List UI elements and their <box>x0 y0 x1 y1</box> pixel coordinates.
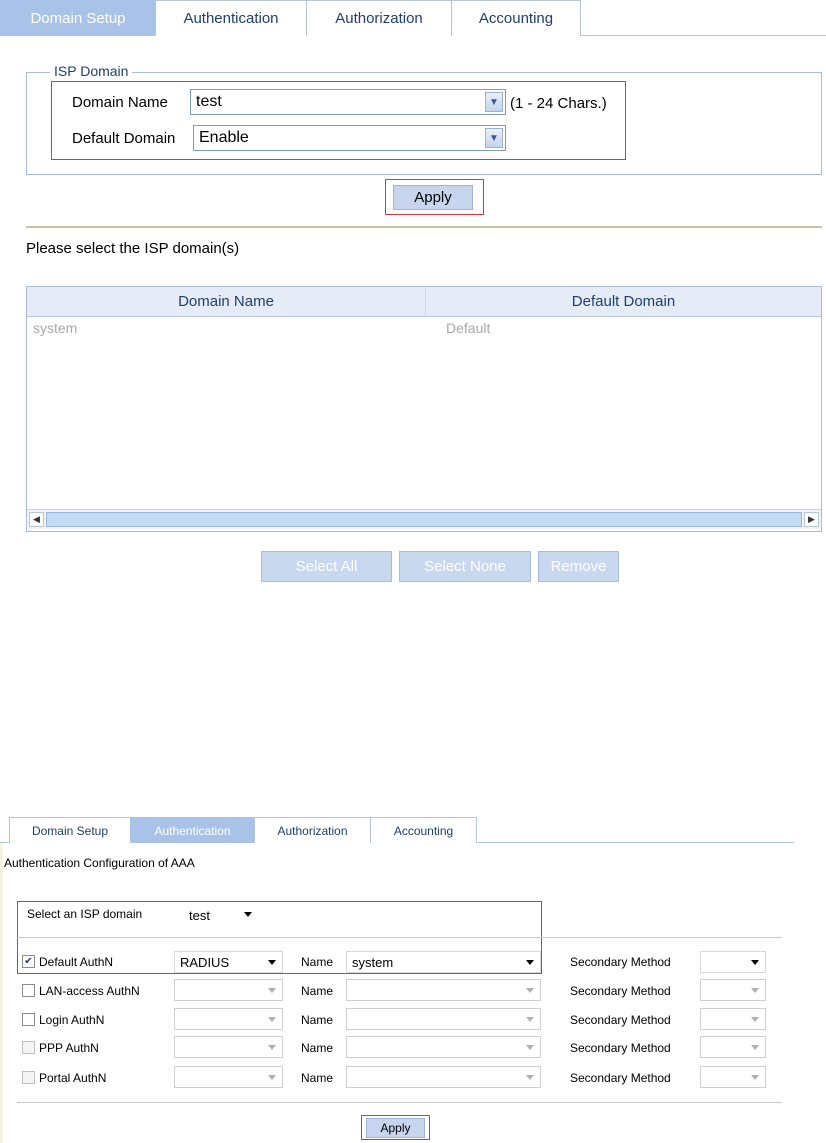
portal-authn-name-select[interactable] <box>346 1066 541 1088</box>
secondary-method-label: Secondary Method <box>570 1013 671 1027</box>
login-authn-method-select[interactable] <box>174 1008 283 1030</box>
chevron-down-icon[interactable] <box>751 1045 759 1050</box>
default-authn-secondary-select[interactable] <box>700 951 766 973</box>
chevron-down-icon[interactable] <box>526 1017 534 1022</box>
scroll-thumb[interactable] <box>46 512 802 527</box>
lan-access-authn-label: LAN-access AuthN <box>39 984 140 998</box>
default-domain-select[interactable]: Enable ▼ <box>193 125 506 151</box>
select-all-button[interactable]: Select All <box>261 551 392 582</box>
name-label: Name <box>301 984 334 998</box>
portal-authn-secondary-select[interactable] <box>700 1066 766 1088</box>
scroll-right-icon[interactable]: ▶ <box>804 512 819 527</box>
domain-table: Domain Name Default Domain system Defaul… <box>26 286 822 532</box>
chevron-down-icon[interactable] <box>268 1017 276 1022</box>
portal-authn-method-select[interactable] <box>174 1066 283 1088</box>
column-header-default-domain[interactable]: Default Domain <box>426 287 821 317</box>
tab-authorization[interactable]: Authorization <box>306 0 452 36</box>
name-label: Name <box>301 1041 334 1055</box>
column-header-domain-name[interactable]: Domain Name <box>27 287 426 317</box>
chevron-down-icon[interactable] <box>244 912 252 917</box>
isp-domain-value: test <box>189 907 210 923</box>
chevron-down-icon[interactable] <box>268 1075 276 1080</box>
table-cell-default-domain[interactable]: Default <box>446 320 490 336</box>
default-authn-name-value: system <box>352 954 394 970</box>
page-edge <box>0 843 3 1143</box>
tab-bar: Domain Setup Authentication Authorizatio… <box>0 0 826 36</box>
portal-authn-checkbox[interactable] <box>22 1071 35 1084</box>
horizontal-scrollbar[interactable]: ◀ ▶ <box>27 509 821 529</box>
default-authn-name-select[interactable]: system <box>346 951 541 973</box>
chevron-down-icon[interactable] <box>268 988 276 993</box>
secondary-method-label: Secondary Method <box>570 1041 671 1055</box>
chevron-down-icon[interactable]: ▼ <box>485 128 503 148</box>
instruction-text: Please select the ISP domain(s) <box>26 240 240 257</box>
tab-authentication[interactable]: Authentication <box>155 0 307 36</box>
apply-button[interactable]: Apply <box>366 1118 425 1138</box>
chevron-down-icon[interactable] <box>268 1045 276 1050</box>
divider <box>17 937 782 938</box>
domain-name-hint: (1 - 24 Chars.) <box>510 95 607 112</box>
chevron-down-icon[interactable] <box>268 960 276 965</box>
isp-domain-select[interactable]: test <box>184 904 258 926</box>
lan-access-authn-name-select[interactable] <box>346 979 541 1001</box>
chevron-down-icon[interactable] <box>751 1017 759 1022</box>
fieldset-legend: ISP Domain <box>50 63 133 79</box>
lan-access-authn-checkbox[interactable] <box>22 984 35 997</box>
tab-authentication[interactable]: Authentication <box>130 817 255 843</box>
chevron-down-icon[interactable] <box>751 1075 759 1080</box>
default-authn-method-select[interactable]: RADIUS <box>174 951 283 973</box>
divider <box>17 1102 782 1103</box>
name-label: Name <box>301 955 334 969</box>
scroll-left-icon[interactable]: ◀ <box>29 512 44 527</box>
domain-name-combobox[interactable]: test ▼ <box>190 89 506 115</box>
chevron-down-icon[interactable] <box>526 960 534 965</box>
apply-button[interactable]: Apply <box>393 185 473 210</box>
name-label: Name <box>301 1071 334 1085</box>
ppp-authn-method-select[interactable] <box>174 1036 283 1058</box>
ppp-authn-secondary-select[interactable] <box>700 1036 766 1058</box>
chevron-down-icon[interactable] <box>526 1045 534 1050</box>
secondary-method-label: Secondary Method <box>570 955 671 969</box>
chevron-down-icon[interactable] <box>526 1075 534 1080</box>
default-domain-value: Enable <box>199 129 249 146</box>
tab-bar: Domain Setup Authentication Authorizatio… <box>0 817 794 843</box>
secondary-method-label: Secondary Method <box>570 1071 671 1085</box>
page-title: Authentication Configuration of AAA <box>4 856 195 870</box>
lan-access-authn-method-select[interactable] <box>174 979 283 1001</box>
portal-authn-label: Portal AuthN <box>39 1071 107 1085</box>
chevron-down-icon[interactable] <box>751 960 759 965</box>
default-authn-checkbox[interactable]: ✔ <box>22 955 35 968</box>
domain-name-label: Domain Name <box>72 94 168 111</box>
tab-accounting[interactable]: Accounting <box>451 0 581 36</box>
login-authn-name-select[interactable] <box>346 1008 541 1030</box>
chevron-down-icon[interactable] <box>751 988 759 993</box>
ppp-authn-label: PPP AuthN <box>39 1041 99 1055</box>
chevron-down-icon[interactable]: ▼ <box>485 92 503 112</box>
default-domain-label: Default Domain <box>72 130 176 147</box>
secondary-method-label: Secondary Method <box>570 984 671 998</box>
login-authn-secondary-select[interactable] <box>700 1008 766 1030</box>
chevron-down-icon[interactable] <box>526 988 534 993</box>
default-authn-label: Default AuthN <box>39 955 114 969</box>
tab-authorization[interactable]: Authorization <box>254 817 371 843</box>
table-cell-domain-name[interactable]: system <box>33 320 77 336</box>
name-label: Name <box>301 1013 334 1027</box>
lan-access-authn-secondary-select[interactable] <box>700 979 766 1001</box>
tab-domain-setup[interactable]: Domain Setup <box>0 0 156 36</box>
select-isp-label: Select an ISP domain <box>27 907 143 921</box>
ppp-authn-checkbox[interactable] <box>22 1041 35 1054</box>
default-authn-method-value: RADIUS <box>180 954 230 970</box>
login-authn-label: Login AuthN <box>39 1013 105 1027</box>
tab-accounting[interactable]: Accounting <box>370 817 477 843</box>
login-authn-checkbox[interactable] <box>22 1013 35 1026</box>
remove-button[interactable]: Remove <box>538 551 619 582</box>
ppp-authn-name-select[interactable] <box>346 1036 541 1058</box>
domain-name-value: test <box>196 93 222 110</box>
tab-domain-setup[interactable]: Domain Setup <box>9 817 131 843</box>
divider <box>26 226 822 228</box>
select-none-button[interactable]: Select None <box>399 551 531 582</box>
